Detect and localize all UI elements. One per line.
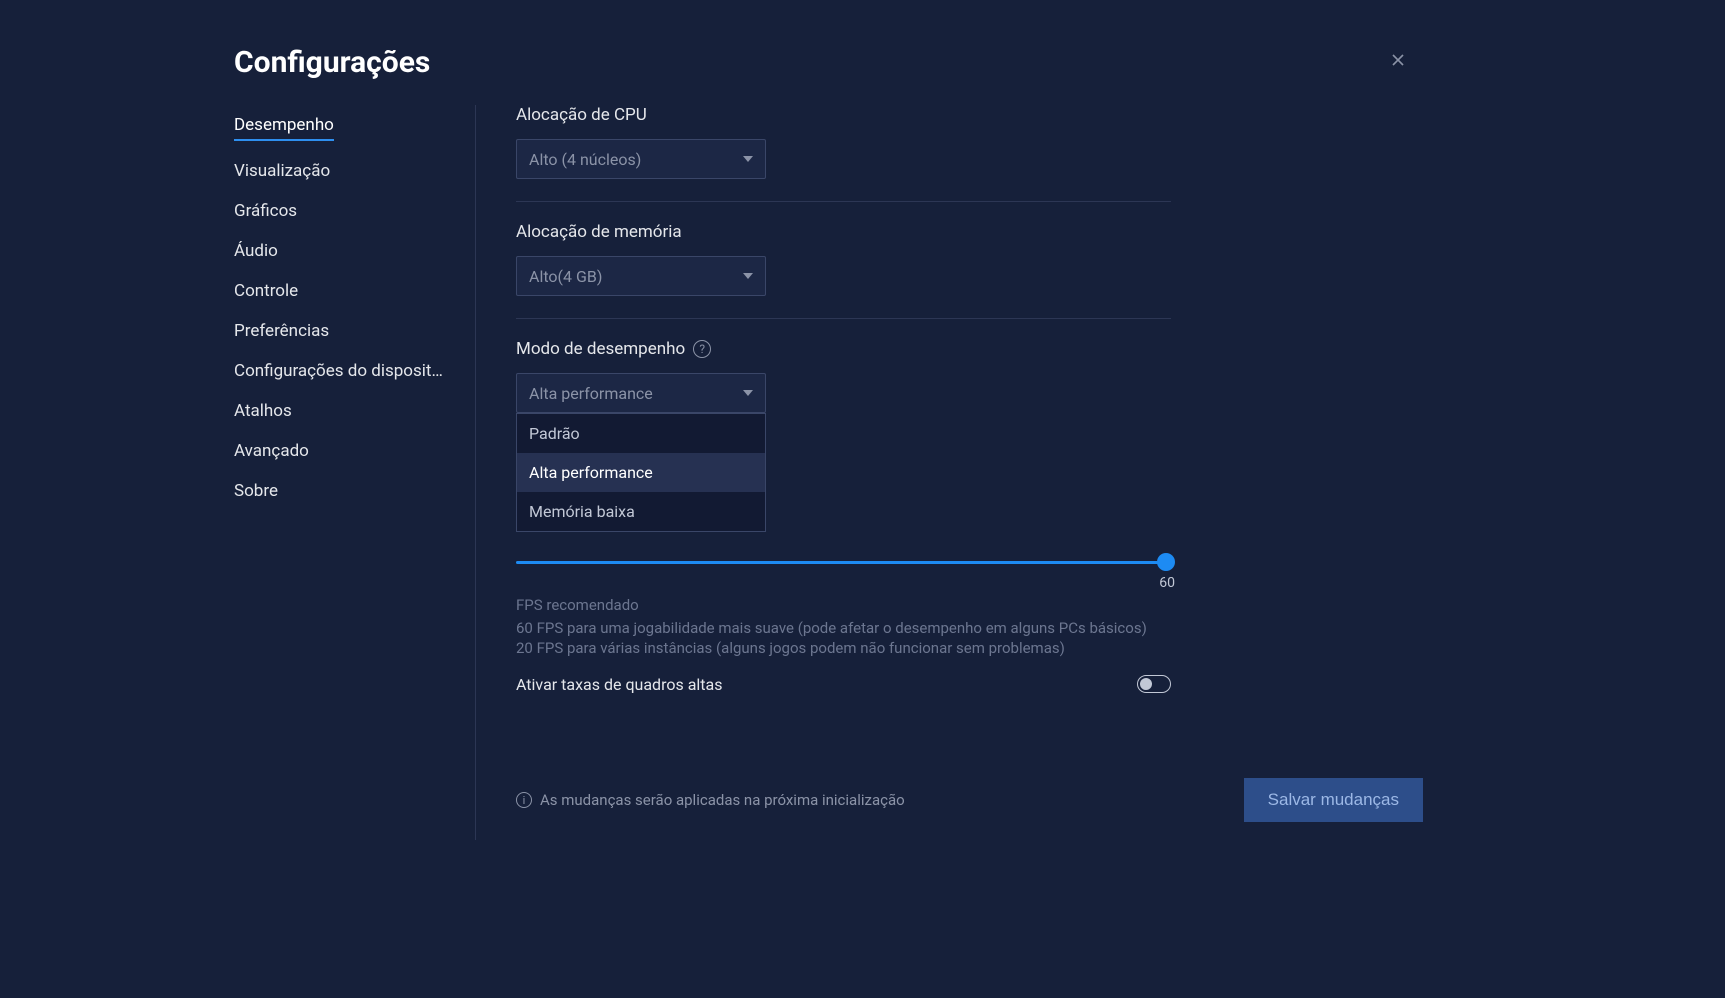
modal-body: Desempenho Visualização Gráficos Áudio C… bbox=[208, 90, 1433, 840]
sidebar-item-display[interactable]: Visualização bbox=[234, 151, 464, 191]
chevron-down-icon bbox=[743, 390, 753, 396]
sidebar-item-controls[interactable]: Controle bbox=[234, 271, 464, 311]
info-icon: i bbox=[516, 792, 532, 808]
dropdown-option-high-performance[interactable]: Alta performance bbox=[517, 453, 765, 492]
cpu-allocation-select[interactable]: Alto (4 núcleos) bbox=[516, 139, 766, 179]
divider bbox=[516, 201, 1171, 202]
close-button[interactable] bbox=[1383, 45, 1413, 79]
sidebar-item-device-settings[interactable]: Configurações do disposit… bbox=[234, 351, 464, 391]
dropdown-option-default[interactable]: Padrão bbox=[517, 414, 765, 453]
toggle-high-framerate-label: Ativar taxas de quadros altas bbox=[516, 675, 722, 694]
sidebar-item-graphics[interactable]: Gráficos bbox=[234, 191, 464, 231]
sidebar-item-about[interactable]: Sobre bbox=[234, 471, 464, 511]
fps-value: 60 bbox=[1159, 575, 1175, 591]
performance-mode-select-wrap: Alta performance Padrão Alta performance… bbox=[516, 373, 766, 413]
dropdown-option-low-memory[interactable]: Memória baixa bbox=[517, 492, 765, 531]
performance-mode-dropdown: Padrão Alta performance Memória baixa bbox=[516, 413, 766, 532]
modal-footer: i As mudanças serão aplicadas na próxima… bbox=[516, 778, 1423, 822]
sidebar-item-preferences[interactable]: Preferências bbox=[234, 311, 464, 351]
settings-modal: Configurações Desempenho Visualização Gr… bbox=[208, 30, 1433, 840]
performance-mode-label-text: Modo de desempenho bbox=[516, 339, 685, 359]
memory-allocation-label: Alocação de memória bbox=[516, 222, 1423, 242]
save-button[interactable]: Salvar mudanças bbox=[1244, 778, 1423, 822]
sidebar-item-advanced[interactable]: Avançado bbox=[234, 431, 464, 471]
fps-hint-title: FPS recomendado bbox=[516, 596, 1423, 614]
toggle-high-framerate-row: Ativar taxas de quadros altas bbox=[516, 675, 1171, 694]
modal-header: Configurações bbox=[208, 30, 1433, 90]
slider-track bbox=[516, 561, 1171, 564]
slider-thumb[interactable] bbox=[1157, 553, 1175, 571]
divider bbox=[516, 318, 1171, 319]
cpu-allocation-label: Alocação de CPU bbox=[516, 105, 1423, 125]
footer-message: i As mudanças serão aplicadas na próxima… bbox=[516, 791, 905, 809]
cpu-allocation-value: Alto (4 núcleos) bbox=[529, 150, 641, 169]
close-icon bbox=[1388, 50, 1408, 70]
fps-slider[interactable]: 60 bbox=[516, 561, 1171, 564]
performance-mode-label: Modo de desempenho ? bbox=[516, 339, 1423, 359]
chevron-down-icon bbox=[743, 156, 753, 162]
footer-message-text: As mudanças serão aplicadas na próxima i… bbox=[540, 791, 905, 809]
sidebar: Desempenho Visualização Gráficos Áudio C… bbox=[208, 105, 476, 840]
scroll-region[interactable]: Alocação de CPU Alto (4 núcleos) Alocaçã… bbox=[516, 105, 1423, 695]
chevron-down-icon bbox=[743, 273, 753, 279]
memory-allocation-select[interactable]: Alto(4 GB) bbox=[516, 256, 766, 296]
page-title: Configurações bbox=[234, 45, 430, 80]
memory-allocation-value: Alto(4 GB) bbox=[529, 267, 602, 286]
content-area: Alocação de CPU Alto (4 núcleos) Alocaçã… bbox=[476, 105, 1433, 840]
sidebar-item-audio[interactable]: Áudio bbox=[234, 231, 464, 271]
help-icon[interactable]: ? bbox=[693, 340, 711, 358]
toggle-high-framerate[interactable] bbox=[1137, 675, 1171, 693]
performance-mode-select[interactable]: Alta performance bbox=[516, 373, 766, 413]
performance-mode-value: Alta performance bbox=[529, 384, 653, 403]
sidebar-item-performance[interactable]: Desempenho bbox=[234, 105, 334, 141]
sidebar-item-shortcuts[interactable]: Atalhos bbox=[234, 391, 464, 431]
toggle-knob bbox=[1140, 678, 1152, 690]
fps-hint-body: 60 FPS para uma jogabilidade mais suave … bbox=[516, 618, 1156, 659]
